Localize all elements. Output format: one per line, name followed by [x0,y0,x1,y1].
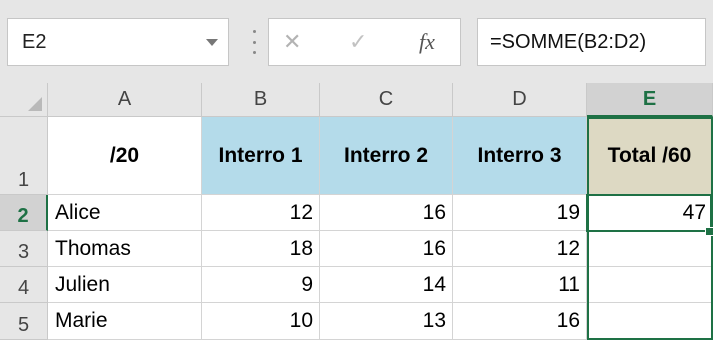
row-header-1[interactable]: 1 [0,117,48,195]
cell-b4[interactable]: 9 [202,267,320,303]
cell-d4[interactable]: 11 [453,267,587,303]
checkmark-icon[interactable]: ✓ [349,30,367,55]
cell-b1[interactable]: Interro 1 [202,117,320,195]
cell-e4[interactable] [587,267,713,303]
cell-a3[interactable]: Thomas [48,231,202,267]
cell-e2[interactable]: 47 [587,195,713,231]
name-box-value: E2 [22,31,47,53]
close-icon[interactable]: ✕ [283,30,301,55]
fill-handle[interactable] [705,227,713,236]
row-header-2[interactable]: 2 [0,195,48,231]
column-header-b[interactable]: B [202,83,320,117]
cell-e1[interactable]: Total /60 [587,117,713,195]
column-header-a[interactable]: A [48,83,202,117]
row-header-3[interactable]: 3 [0,231,48,267]
cell-d3[interactable]: 12 [453,231,587,267]
name-box[interactable]: E2 [7,18,229,66]
cell-e3[interactable] [587,231,713,267]
cell-a1[interactable]: /20 [48,117,202,195]
select-all-corner[interactable] [0,83,48,117]
cell-a5[interactable]: Marie [48,303,202,340]
chevron-down-icon[interactable] [206,39,218,46]
formula-input[interactable]: =SOMME(B2:D2) [477,18,706,66]
formula-text: =SOMME(B2:D2) [490,31,647,53]
column-header-d[interactable]: D [453,83,587,117]
cell-b3[interactable]: 18 [202,231,320,267]
insert-function-icon[interactable]: fx [419,29,435,55]
row-header-5[interactable]: 5 [0,303,48,340]
cell-d2[interactable]: 19 [453,195,587,231]
cell-d1[interactable]: Interro 3 [453,117,587,195]
cell-e5[interactable] [587,303,713,340]
drag-handle-icon[interactable] [253,30,257,54]
cell-c2[interactable]: 16 [320,195,453,231]
cell-d5[interactable]: 16 [453,303,587,340]
cell-c3[interactable]: 16 [320,231,453,267]
cell-b5[interactable]: 10 [202,303,320,340]
cell-a4[interactable]: Julien [48,267,202,303]
cell-c4[interactable]: 14 [320,267,453,303]
column-header-e[interactable]: E [587,83,713,117]
row-header-4[interactable]: 4 [0,267,48,303]
cell-c1[interactable]: Interro 2 [320,117,453,195]
cell-b2[interactable]: 12 [202,195,320,231]
column-header-c[interactable]: C [320,83,453,117]
formula-bar: E2 ✕ ✓ fx =SOMME(B2:D2) [0,0,713,83]
formula-buttons: ✕ ✓ fx [268,18,461,66]
cell-c5[interactable]: 13 [320,303,453,340]
cell-a2[interactable]: Alice [48,195,202,231]
